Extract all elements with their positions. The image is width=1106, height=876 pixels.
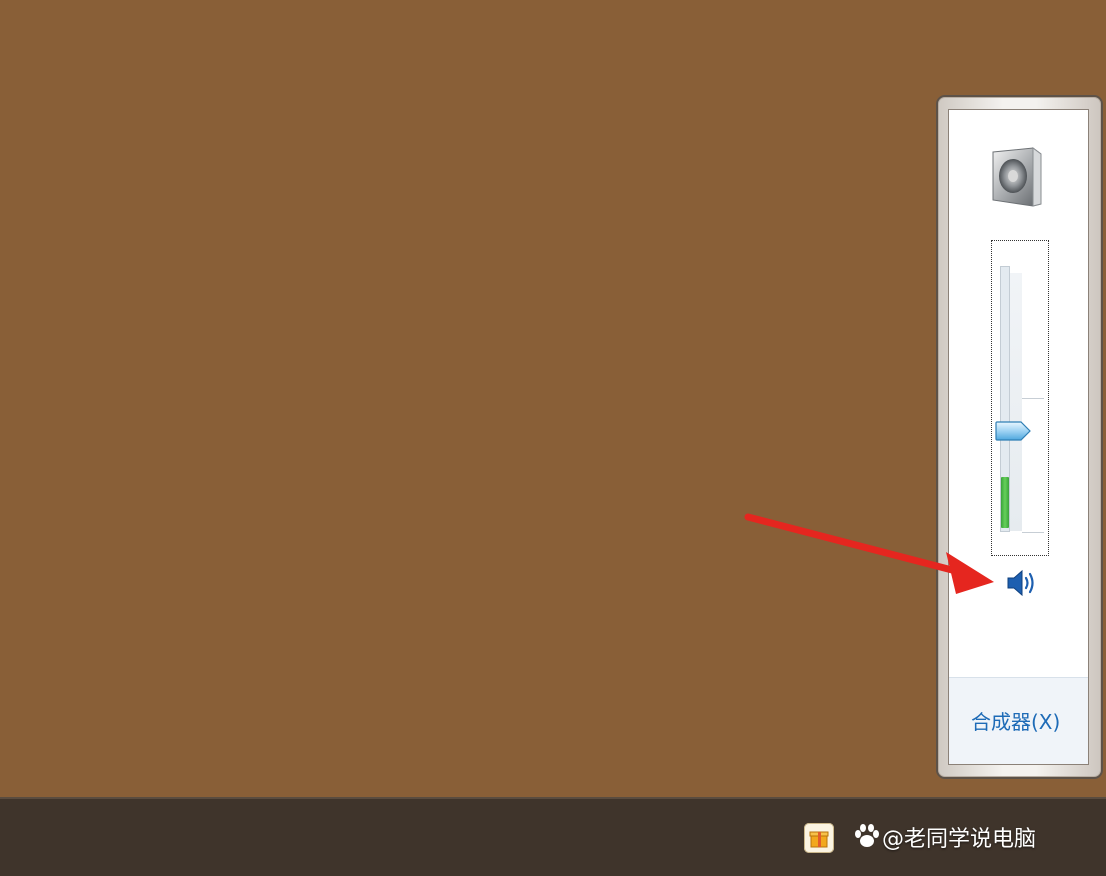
volume-flyout: 合成器(X) xyxy=(936,95,1103,779)
volume-flyout-panel: 合成器(X) xyxy=(948,109,1089,765)
slider-ticks xyxy=(1022,266,1046,533)
volume-mixer-link[interactable]: 合成器(X) xyxy=(971,706,1060,735)
volume-slider-thumb[interactable] xyxy=(995,421,1031,441)
flyout-footer: 合成器(X) xyxy=(949,677,1088,764)
slider-tick xyxy=(1022,532,1044,533)
speaker-volume-icon xyxy=(1005,568,1039,602)
volume-slider[interactable] xyxy=(991,240,1049,556)
slider-tick xyxy=(1022,398,1044,399)
taskbar: @老同学说电脑 xyxy=(0,797,1106,876)
speaker-device-icon[interactable] xyxy=(989,146,1043,208)
mute-toggle-button[interactable] xyxy=(1005,568,1039,602)
volume-slider-background xyxy=(1010,273,1022,531)
paw-icon xyxy=(852,823,882,849)
watermark-text: @老同学说电脑 xyxy=(882,827,1037,852)
peak-meter-bar xyxy=(1001,477,1009,528)
gift-box-icon[interactable] xyxy=(804,823,834,853)
